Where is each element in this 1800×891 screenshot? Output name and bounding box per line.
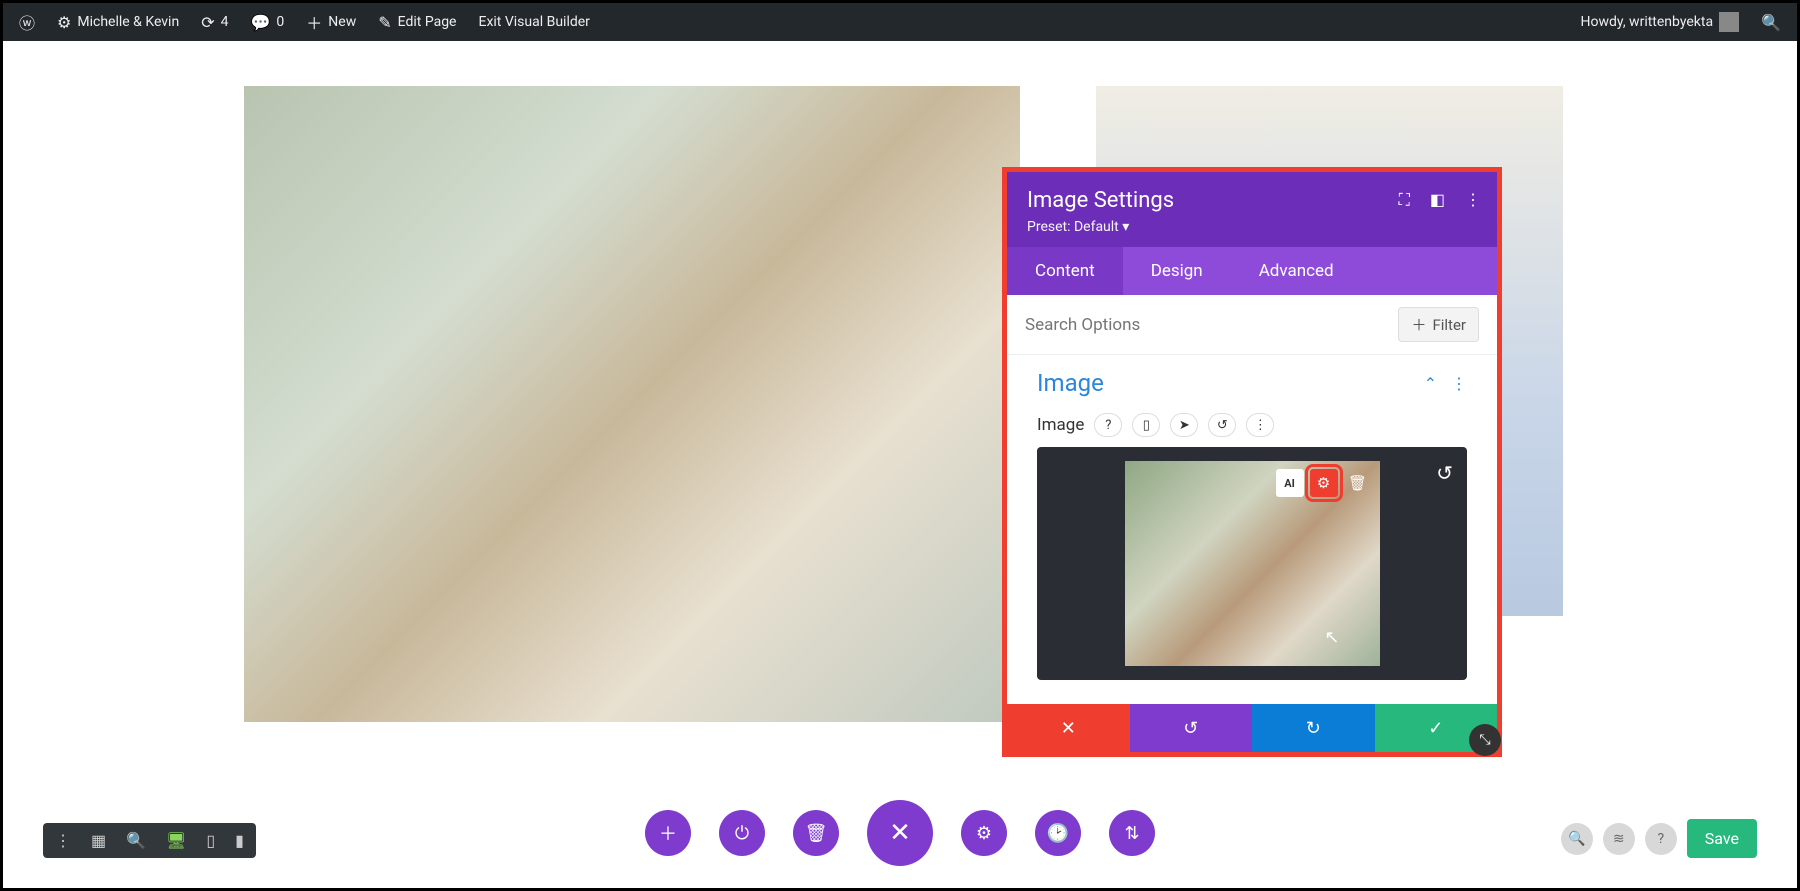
reset-icon[interactable]: ↺ — [1208, 413, 1236, 437]
view-toolbar: ⋮ ▦ 🔍 🖥 ▯ ▮ — [43, 823, 256, 858]
trash-icon[interactable]: 🗑 — [1344, 469, 1372, 497]
avatar — [1719, 12, 1739, 32]
chevron-up-icon[interactable]: ⌃ — [1424, 374, 1437, 393]
new-label: New — [328, 14, 356, 30]
sort-button[interactable]: ⇅ — [1109, 810, 1155, 856]
search-icon: 🔍 — [1761, 13, 1781, 32]
image-settings-modal: Image Settings Preset: Default ▾ ⛶ ◧ ⋮ C… — [1007, 172, 1497, 752]
plus-icon: ＋ — [1411, 314, 1426, 335]
page-canvas: Image Settings Preset: Default ▾ ⛶ ◧ ⋮ C… — [3, 41, 1797, 888]
exit-vb-label: Exit Visual Builder — [478, 14, 589, 30]
help-icon[interactable]: ? — [1645, 823, 1677, 855]
new-link[interactable]: ＋ New — [298, 10, 364, 34]
builder-toolbar: ＋ ⏻ 🗑 ✕ ⚙ 🕑 ⇅ — [645, 800, 1155, 866]
field-label: Image — [1037, 415, 1084, 435]
expand-icon[interactable]: ⛶ — [1399, 190, 1410, 210]
filter-button[interactable]: ＋ Filter — [1398, 307, 1479, 342]
wireframe-icon[interactable]: ▦ — [91, 831, 106, 850]
updates-link[interactable]: ⟳4 — [193, 13, 236, 32]
search-input[interactable] — [1025, 315, 1398, 335]
save-toolbar: 🔍 ≋ ? Save — [1561, 819, 1757, 858]
site-link[interactable]: ⚙ Michelle & Kevin — [49, 13, 187, 32]
modal-footer: ✕ ↺ ↻ ✓ — [1007, 704, 1497, 752]
phone-icon[interactable]: ▯ — [1132, 413, 1160, 437]
wp-admin-bar: ⓦ ⚙Michelle & Kevin ⟳4 💬0 ＋New ✎Edit Pag… — [3, 3, 1797, 41]
desktop-icon[interactable]: 🖥 — [166, 831, 186, 850]
zoom-icon[interactable]: 🔍 — [126, 831, 146, 850]
undo-icon[interactable]: ↺ — [1436, 461, 1453, 485]
section-title[interactable]: Image — [1037, 369, 1104, 397]
tab-advanced[interactable]: Advanced — [1231, 247, 1362, 295]
updates-count: 4 — [221, 14, 229, 30]
save-page-button[interactable]: Save — [1687, 819, 1757, 858]
image-thumbnail[interactable]: AI ⚙ 🗑 ↖ — [1125, 461, 1380, 666]
image-preview[interactable]: AI ⚙ 🗑 ↖ ↺ — [1037, 447, 1467, 680]
ai-icon[interactable]: AI — [1276, 469, 1304, 497]
field-label-row: Image ? ▯ ➤ ↺ ⋮ — [1037, 413, 1467, 437]
wp-logo[interactable]: ⓦ — [11, 10, 43, 34]
plus-icon: ＋ — [306, 10, 322, 34]
gear-button[interactable]: ⚙ — [961, 810, 1007, 856]
close-button[interactable]: ✕ — [867, 800, 933, 866]
history-button[interactable]: 🕑 — [1035, 810, 1081, 856]
kebab-icon[interactable]: ⋮ — [1451, 374, 1467, 393]
site-name: Michelle & Kevin — [77, 14, 179, 30]
comments-link[interactable]: 💬0 — [242, 13, 292, 32]
cursor-icon: ↖ — [1324, 627, 1339, 648]
resize-handle[interactable]: ⤡ — [1469, 724, 1501, 756]
howdy-link[interactable]: Howdy, writtenbyekta — [1573, 12, 1748, 32]
dashboard-icon: ⚙ — [57, 13, 71, 32]
image-section: Image ⌃ ⋮ Image ? ▯ ➤ ↺ ⋮ — [1007, 355, 1497, 704]
find-icon[interactable]: 🔍 — [1561, 823, 1593, 855]
cancel-button[interactable]: ✕ — [1007, 704, 1130, 752]
exit-vb-link[interactable]: Exit Visual Builder — [470, 14, 597, 30]
tab-content[interactable]: Content — [1007, 247, 1123, 295]
edit-page-link[interactable]: ✎ Edit Page — [370, 13, 464, 32]
comment-icon: 💬 — [250, 13, 270, 32]
tablet-icon[interactable]: ▯ — [206, 831, 215, 850]
howdy-text: Howdy, writtenbyekta — [1581, 14, 1714, 30]
search-toggle[interactable]: 🔍 — [1753, 13, 1789, 32]
modal-tabs: Content Design Advanced — [1007, 247, 1497, 295]
redo-button[interactable]: ↻ — [1252, 704, 1375, 752]
layers-icon[interactable]: ≋ — [1603, 823, 1635, 855]
kebab-icon[interactable]: ⋮ — [1465, 190, 1481, 210]
add-button[interactable]: ＋ — [645, 810, 691, 856]
hover-icon[interactable]: ➤ — [1170, 413, 1198, 437]
phone-icon[interactable]: ▮ — [235, 831, 244, 850]
wordpress-icon: ⓦ — [19, 10, 35, 34]
refresh-icon: ⟳ — [201, 13, 214, 32]
undo-button[interactable]: ↺ — [1130, 704, 1253, 752]
edit-page-label: Edit Page — [398, 14, 457, 30]
comments-count: 0 — [276, 14, 284, 30]
settings-modal-highlight: Image Settings Preset: Default ▾ ⛶ ◧ ⋮ C… — [1002, 167, 1502, 757]
filter-label: Filter — [1432, 316, 1466, 334]
kebab-icon[interactable]: ⋮ — [1246, 413, 1274, 437]
gear-icon[interactable]: ⚙ — [1310, 469, 1338, 497]
kebab-icon[interactable]: ⋮ — [55, 831, 71, 850]
trash-button[interactable]: 🗑 — [793, 810, 839, 856]
snap-icon[interactable]: ◧ — [1430, 190, 1445, 210]
help-icon[interactable]: ? — [1094, 413, 1122, 437]
modal-preset[interactable]: Preset: Default ▾ — [1027, 219, 1477, 235]
pencil-icon: ✎ — [378, 13, 391, 32]
modal-header[interactable]: Image Settings Preset: Default ▾ ⛶ ◧ ⋮ — [1007, 172, 1497, 247]
tab-design[interactable]: Design — [1123, 247, 1231, 295]
search-row: ＋ Filter — [1007, 295, 1497, 355]
image-module-left[interactable] — [244, 86, 1020, 722]
power-button[interactable]: ⏻ — [719, 810, 765, 856]
